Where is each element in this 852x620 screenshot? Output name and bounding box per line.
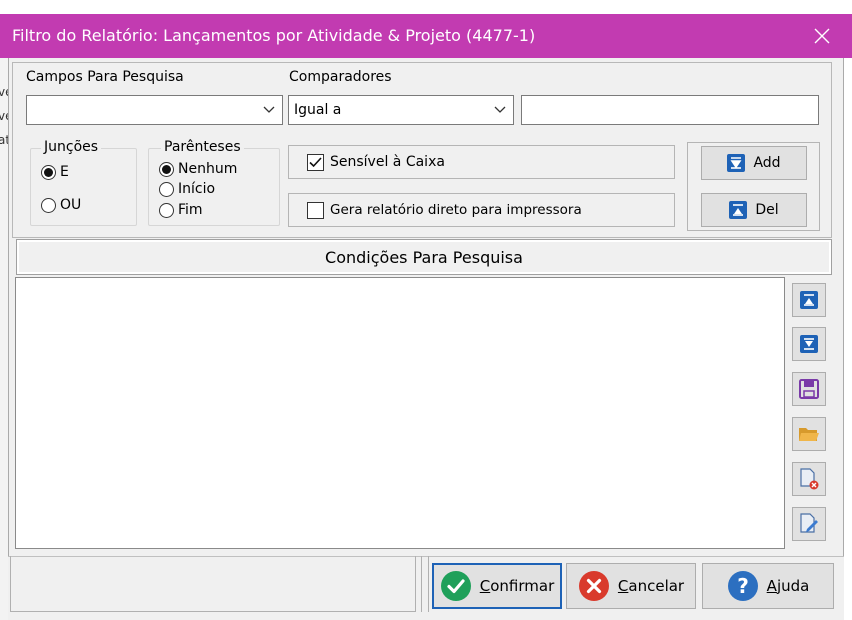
del-label: Del bbox=[755, 202, 779, 218]
check-circle-icon bbox=[440, 570, 472, 602]
chevron-down-icon bbox=[256, 106, 282, 114]
add-label: Add bbox=[753, 155, 781, 171]
radio-inicio[interactable]: Início bbox=[159, 181, 215, 197]
gera-label: Gera relatório direto para impressora bbox=[330, 202, 582, 218]
close-button[interactable] bbox=[792, 14, 852, 58]
juncoes-title: Junções bbox=[41, 139, 102, 155]
add-button[interactable]: Add bbox=[701, 146, 807, 180]
window-title: Filtro do Relatório: Lançamentos por Ati… bbox=[12, 26, 536, 45]
radio-e-label: E bbox=[60, 164, 69, 180]
save-icon bbox=[799, 379, 819, 399]
cancel-button[interactable]: Cancelar bbox=[566, 563, 696, 609]
gera-checkbox-panel[interactable]: Gera relatório direto para impressora bbox=[288, 193, 675, 227]
chevron-down-icon bbox=[487, 106, 513, 114]
open-folder-icon bbox=[799, 428, 819, 441]
radio-unselected-icon bbox=[159, 202, 174, 218]
move-up-icon bbox=[729, 201, 748, 219]
radio-fim[interactable]: Fim bbox=[159, 202, 203, 218]
comparadores-combobox[interactable]: Igual a bbox=[288, 95, 514, 125]
edit-conditions-button[interactable] bbox=[792, 507, 826, 541]
conditions-header: Condições Para Pesquisa bbox=[16, 239, 832, 275]
help-circle-icon: ? bbox=[727, 570, 759, 602]
comparadores-label: Comparadores bbox=[289, 69, 392, 85]
help-label: Ajuda bbox=[766, 577, 810, 595]
conditions-list[interactable] bbox=[15, 277, 785, 549]
confirm-button[interactable]: Confirmar bbox=[432, 563, 562, 609]
radio-selected-icon bbox=[41, 164, 56, 180]
radio-ou[interactable]: OU bbox=[41, 197, 81, 213]
save-conditions-button[interactable] bbox=[792, 372, 826, 406]
campos-label: Campos Para Pesquisa bbox=[26, 69, 184, 85]
cancel-label: Cancelar bbox=[617, 577, 685, 595]
move-condition-up-button[interactable] bbox=[792, 283, 826, 317]
checkbox-unchecked-icon[interactable] bbox=[307, 201, 324, 219]
radio-unselected-icon bbox=[41, 197, 56, 213]
background-text-fragment: ve bbox=[0, 109, 8, 123]
svg-text:?: ? bbox=[737, 574, 749, 598]
delete-conditions-button[interactable] bbox=[792, 462, 826, 496]
status-separator bbox=[421, 556, 429, 612]
comparadores-value: Igual a bbox=[294, 102, 342, 118]
radio-inicio-label: Início bbox=[178, 181, 216, 197]
title-bar: Filtro do Relatório: Lançamentos por Ati… bbox=[0, 14, 852, 58]
radio-fim-label: Fim bbox=[178, 202, 203, 218]
open-conditions-button[interactable] bbox=[792, 417, 826, 451]
background-text-fragment: at bbox=[0, 133, 8, 147]
background-window-fragment: ve ve at bbox=[0, 58, 8, 620]
radio-ou-label: OU bbox=[60, 197, 82, 213]
delete-file-icon bbox=[800, 468, 819, 490]
sensivel-checkbox-panel[interactable]: Sensível à Caixa bbox=[288, 145, 675, 179]
radio-e[interactable]: E bbox=[41, 164, 69, 180]
edit-file-icon bbox=[800, 513, 818, 533]
radio-unselected-icon bbox=[159, 181, 174, 197]
move-down-icon bbox=[727, 154, 746, 172]
status-panel bbox=[10, 556, 416, 612]
checkbox-checked-icon[interactable] bbox=[307, 153, 324, 171]
juncoes-group bbox=[30, 148, 137, 226]
campos-combobox[interactable] bbox=[26, 95, 283, 125]
sensivel-label: Sensível à Caixa bbox=[330, 154, 445, 170]
radio-nenhum[interactable]: Nenhum bbox=[159, 161, 237, 177]
background-text-fragment: ve bbox=[0, 85, 8, 99]
move-condition-down-button[interactable] bbox=[792, 327, 826, 361]
parenteses-title: Parênteses bbox=[161, 139, 244, 155]
radio-selected-icon bbox=[159, 161, 174, 177]
move-up-icon bbox=[800, 291, 818, 309]
value-input[interactable] bbox=[521, 95, 819, 125]
cancel-circle-icon bbox=[578, 570, 610, 602]
radio-nenhum-label: Nenhum bbox=[178, 161, 238, 177]
help-button[interactable]: ? Ajuda bbox=[702, 563, 834, 609]
close-icon bbox=[814, 28, 830, 44]
move-down-icon bbox=[800, 335, 818, 353]
del-button[interactable]: Del bbox=[701, 193, 807, 227]
confirm-label: Confirmar bbox=[479, 577, 555, 595]
